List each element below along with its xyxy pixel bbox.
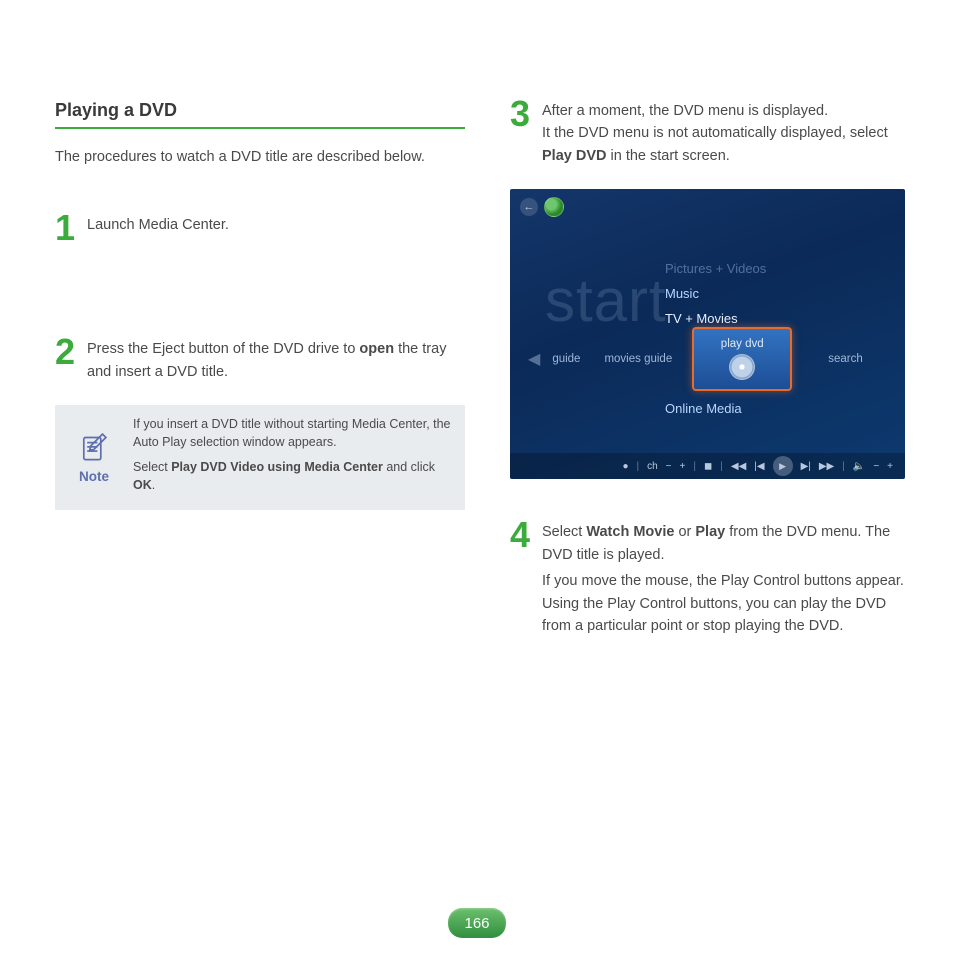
- vol-plus-button[interactable]: +: [887, 461, 893, 472]
- media-center-screenshot: ← start Pictures + Videos Music TV + Mov…: [510, 189, 905, 479]
- separator: |: [842, 461, 845, 472]
- bold: Play: [695, 524, 725, 540]
- step-4: 4 Select Watch Movie or Play from the DV…: [510, 519, 910, 637]
- next-button[interactable]: ▶|: [801, 461, 811, 472]
- bold: OK: [133, 478, 152, 492]
- separator: |: [720, 461, 723, 472]
- text: After a moment, the DVD menu is displaye…: [542, 103, 828, 119]
- text: Press the Eject button of the DVD drive …: [87, 341, 359, 357]
- bold: Play DVD Video using Media Center: [171, 460, 383, 474]
- playback-controls: ● | ch − + | ◼ | ◀◀ |◀ ▶ ▶| ▶▶ | 🔈 − +: [510, 453, 905, 479]
- note-label: Note: [79, 467, 109, 487]
- text: If you move the mouse, the Play Control …: [542, 570, 910, 637]
- media-center-logo-icon: [544, 197, 564, 217]
- step-number: 1: [55, 212, 77, 244]
- step-1: 1 Launch Media Center.: [55, 212, 465, 244]
- step-text: After a moment, the DVD menu is displaye…: [542, 98, 910, 167]
- text: in the start screen.: [606, 148, 729, 164]
- back-arrow-icon: ←: [524, 201, 535, 213]
- bold: Watch Movie: [586, 524, 674, 540]
- note-text: Select Play DVD Video using Media Center…: [133, 458, 455, 494]
- separator: |: [636, 461, 639, 472]
- note-text: If you insert a DVD title without starti…: [133, 415, 455, 451]
- dvd-disc-icon: [729, 354, 755, 380]
- step-number: 3: [510, 98, 532, 130]
- back-button[interactable]: ←: [520, 198, 538, 216]
- play-button[interactable]: ▶: [773, 456, 793, 476]
- prev-button[interactable]: |◀: [754, 461, 764, 472]
- ch-plus-button[interactable]: +: [680, 461, 686, 472]
- page-number: 166: [448, 908, 506, 938]
- volume-icon[interactable]: 🔈: [853, 461, 865, 472]
- note-box: Note If you insert a DVD title without s…: [55, 405, 465, 510]
- text: It the DVD menu is not automatically dis…: [542, 125, 888, 141]
- nav-search[interactable]: search: [828, 353, 863, 365]
- nav-guide[interactable]: guide: [552, 353, 580, 365]
- step-number: 4: [510, 519, 532, 551]
- menu-online-media[interactable]: Online Media: [665, 401, 742, 416]
- bold: Play DVD: [542, 148, 606, 164]
- vol-minus-button[interactable]: −: [873, 461, 879, 472]
- menu-music[interactable]: Music: [665, 286, 766, 301]
- step-3: 3 After a moment, the DVD menu is displa…: [510, 98, 910, 167]
- step-number: 2: [55, 336, 77, 368]
- menu-pictures[interactable]: Pictures + Videos: [665, 261, 766, 276]
- step-text: Select Watch Movie or Play from the DVD …: [542, 519, 910, 637]
- section-title: Playing a DVD: [55, 100, 465, 129]
- note-pencil-icon: [77, 429, 111, 463]
- stop-button[interactable]: ◼: [704, 461, 712, 472]
- separator: |: [693, 461, 696, 472]
- step-text: Launch Media Center.: [87, 212, 465, 236]
- text: Select: [133, 460, 171, 474]
- forward-button[interactable]: ▶▶: [819, 461, 834, 472]
- nav-left-arrow-icon[interactable]: ◀: [528, 349, 540, 369]
- start-watermark: start: [545, 266, 667, 335]
- rewind-button[interactable]: ◀◀: [731, 461, 746, 472]
- text: or: [674, 524, 695, 540]
- play-icon: ▶: [779, 461, 786, 472]
- step-text: Press the Eject button of the DVD drive …: [87, 336, 465, 383]
- nav-movies-guide[interactable]: movies guide: [604, 353, 672, 365]
- text: .: [152, 478, 155, 492]
- ch-minus-button[interactable]: −: [666, 461, 672, 472]
- bold: open: [359, 341, 394, 357]
- text: and click: [383, 460, 435, 474]
- text: Select: [542, 524, 586, 540]
- play-dvd-tile[interactable]: play dvd: [692, 327, 792, 391]
- lead-text: The procedures to watch a DVD title are …: [55, 147, 465, 168]
- channel-label: ch: [647, 461, 658, 472]
- menu-tv-movies[interactable]: TV + Movies: [665, 311, 766, 326]
- step-2: 2 Press the Eject button of the DVD driv…: [55, 336, 465, 383]
- tile-label: play dvd: [721, 338, 764, 350]
